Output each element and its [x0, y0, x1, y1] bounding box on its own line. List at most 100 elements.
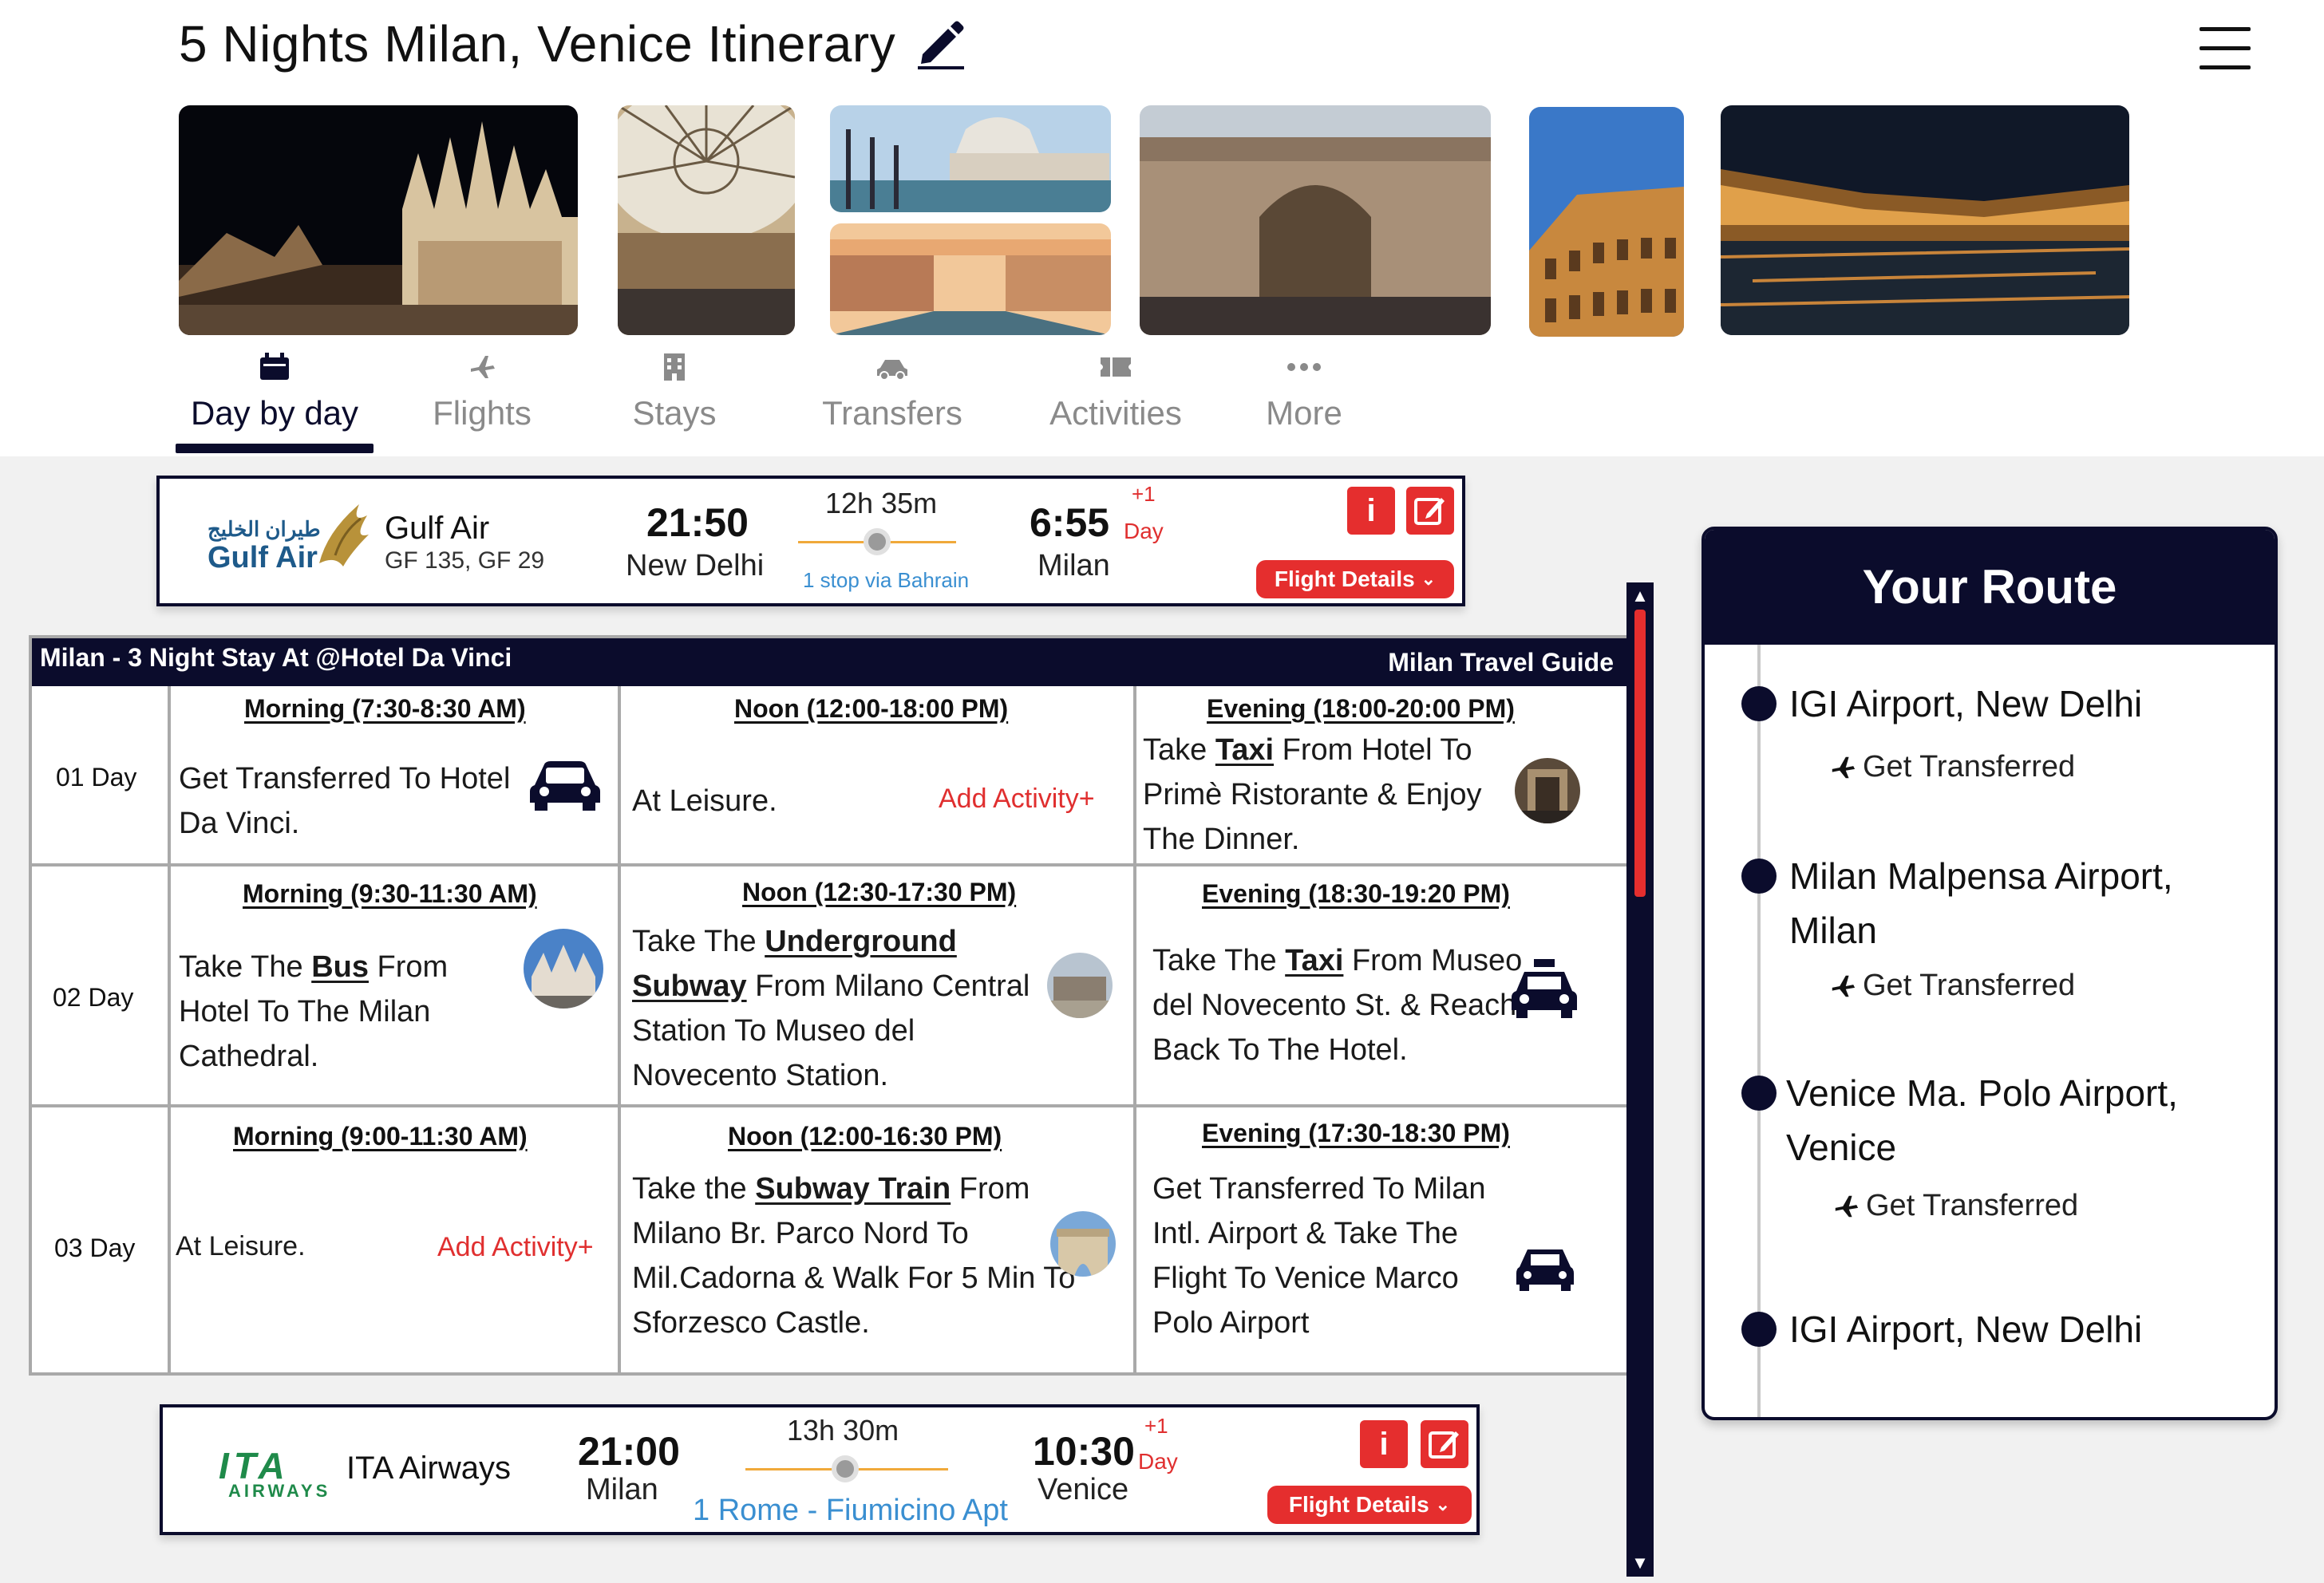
milan-cathedral-thumbnail[interactable] [524, 929, 603, 1009]
gulf-air-logo-arabic: طيران الخليج [208, 517, 321, 541]
tab-day-by-day[interactable]: Day by day [176, 351, 374, 453]
scroll-up-arrow-icon[interactable]: ▲ [1626, 586, 1654, 606]
pencil-icon[interactable] [916, 18, 966, 70]
photo-galleria-dome[interactable] [618, 105, 795, 335]
photo-venice-canal-bottom[interactable] [830, 223, 1111, 335]
day2-noon-text-pre: Take The [632, 925, 765, 958]
photo-galleria-arch[interactable] [1140, 105, 1491, 335]
photo-milan-cathedral-night[interactable] [179, 105, 578, 335]
return-airline-name: ITA Airways [346, 1451, 511, 1486]
day3-add-activity-button[interactable]: Add Activity+ [437, 1232, 594, 1263]
restaurant-thumbnail[interactable] [1515, 758, 1580, 823]
car-icon [812, 351, 972, 383]
return-day-word: Day [1138, 1449, 1178, 1474]
return-flight-details-button[interactable]: Flight Details ⌄ [1267, 1486, 1472, 1524]
day1-evening-text-pre: Take [1143, 733, 1215, 767]
outbound-arrive-city: Milan [1038, 549, 1110, 582]
page-title-text: 5 Nights Milan, Venice Itinerary [179, 15, 896, 73]
return-stops[interactable]: 1 Rome - Fiumicino Apt [693, 1494, 1008, 1528]
flight-card-return: ITA AIRWAYS ITA Airways 21:00 Milan 13h … [160, 1404, 1480, 1535]
day2-evening-heading: Evening (18:30-19:20 PM) [1202, 879, 1510, 908]
day2-noon-text: Take The Underground Subway From Milano … [632, 919, 1063, 1098]
return-duration: 13h 30m [787, 1414, 899, 1447]
day3-evening-text: Get Transferred To Milan Intl. Airport &… [1152, 1172, 1486, 1340]
sforzesco-castle-thumbnail[interactable] [1050, 1211, 1116, 1277]
falcon-logo-icon [311, 499, 375, 571]
day1-add-activity-button[interactable]: Add Activity+ [939, 784, 1095, 815]
tab-transfers[interactable]: Transfers [812, 351, 972, 432]
ita-logo-sub: AIRWAYS [228, 1481, 331, 1501]
return-depart-city: Milan [586, 1473, 658, 1506]
day-label-03: 03 Day [54, 1234, 136, 1262]
return-info-button[interactable]: i [1360, 1420, 1408, 1468]
tab-label-stays: Stays [632, 394, 717, 432]
outbound-duration: 12h 35m [825, 487, 938, 519]
outbound-flight-details-button[interactable]: Flight Details ⌄ [1256, 560, 1454, 598]
outbound-plus-day: +1 [1132, 482, 1156, 506]
day2-morning-heading: Morning (9:30-11:30 AM) [243, 879, 537, 908]
tab-flights[interactable]: Flights [420, 351, 544, 432]
day2-noon-heading: Noon (12:30-17:30 PM) [742, 878, 1017, 906]
outbound-stops[interactable]: 1 stop via Bahrain [803, 568, 969, 593]
return-stop-dot [832, 1455, 859, 1482]
calendar-icon [176, 351, 374, 383]
return-flight-details-label: Flight Details [1288, 1492, 1429, 1517]
day2-evening-text-pre: Take The [1152, 944, 1286, 977]
tab-more[interactable]: More [1247, 351, 1362, 432]
photo-venice-canal-top[interactable] [830, 105, 1111, 212]
day1-evening-taxi-link[interactable]: Taxi [1215, 733, 1274, 767]
airplane-icon [1835, 1195, 1859, 1217]
outbound-depart-city: New Delhi [626, 549, 765, 582]
day2-evening-taxi-link[interactable]: Taxi [1285, 944, 1343, 977]
day2-morning-text-pre: Take The [179, 950, 312, 984]
hamburger-menu-icon[interactable] [2200, 27, 2251, 70]
outbound-flight-details-label: Flight Details [1274, 566, 1415, 591]
vertical-scrollbar[interactable]: ▲ ▼ [1626, 582, 1654, 1577]
outbound-depart-time: 21:50 [646, 500, 749, 545]
day3-noon-text: Take the Subway Train From Milano Br. Pa… [632, 1167, 1079, 1345]
day1-evening-heading: Evening (18:00-20:00 PM) [1207, 694, 1515, 723]
edit-icon [1429, 1431, 1459, 1459]
route-timeline-line [1757, 645, 1761, 1417]
day-label-02: 02 Day [53, 983, 134, 1012]
airplane-icon [1832, 975, 1856, 997]
tab-label-more: More [1266, 394, 1342, 432]
photo-venice-night-canal[interactable] [1721, 105, 2129, 335]
tab-label-flights: Flights [433, 394, 532, 432]
day3-morning-text: At Leisure. [176, 1231, 306, 1261]
route-stop-dot [1741, 686, 1777, 721]
tab-stays[interactable]: Stays [622, 351, 726, 432]
scrollbar-thumb[interactable] [1634, 610, 1646, 897]
outbound-info-button[interactable]: i [1347, 487, 1395, 535]
route-transfer-1: Get Transferred [1829, 750, 2075, 784]
tab-activities[interactable]: Activities [1038, 351, 1194, 432]
photo-colosseum[interactable] [1529, 107, 1684, 337]
day2-morning-bus-link[interactable]: Bus [311, 950, 369, 984]
airplane-icon [1832, 756, 1856, 778]
travel-guide-link[interactable]: Milan Travel Guide [1388, 648, 1614, 677]
day1-noon-heading: Noon (12:00-18:00 PM) [734, 694, 1009, 723]
day1-evening-text: Take Taxi From Hotel To Primè Ristorante… [1143, 728, 1518, 862]
route-stop-2: Milan Malpensa Airport, Milan [1789, 855, 2173, 951]
return-edit-button[interactable] [1421, 1420, 1468, 1468]
day3-evening-heading: Evening (17:30-18:30 PM) [1202, 1119, 1510, 1147]
stay-header: Milan - 3 Night Stay At @Hotel Da Vinci … [32, 638, 1634, 686]
hotel-icon [622, 351, 726, 383]
day3-noon-subway-train-link[interactable]: Subway Train [755, 1172, 951, 1206]
route-transfer-3: Get Transferred [1832, 1189, 2078, 1223]
chevron-down-icon: ⌄ [1421, 569, 1437, 589]
outbound-stop-dot [864, 528, 891, 555]
day3-morning-heading: Morning (9:00-11:30 AM) [233, 1122, 528, 1151]
outbound-arrive-time: 6:55 [1030, 500, 1110, 545]
outbound-flight-codes: GF 135, GF 29 [385, 547, 545, 574]
route-transfer-2: Get Transferred [1829, 969, 2075, 1003]
scroll-down-arrow-icon[interactable]: ▼ [1626, 1553, 1654, 1573]
day1-morning-heading: Morning (7:30-8:30 AM) [244, 694, 526, 723]
day2-evening-text: Take The Taxi From Museo del Novecento S… [1152, 938, 1543, 1072]
route-stop-dot [1741, 1312, 1777, 1347]
day-label-01: 01 Day [56, 763, 137, 792]
outbound-edit-button[interactable] [1406, 487, 1454, 535]
outbound-day-word: Day [1124, 519, 1164, 543]
museo-novecento-thumbnail[interactable] [1047, 953, 1113, 1018]
tab-label-day-by-day: Day by day [190, 394, 359, 432]
